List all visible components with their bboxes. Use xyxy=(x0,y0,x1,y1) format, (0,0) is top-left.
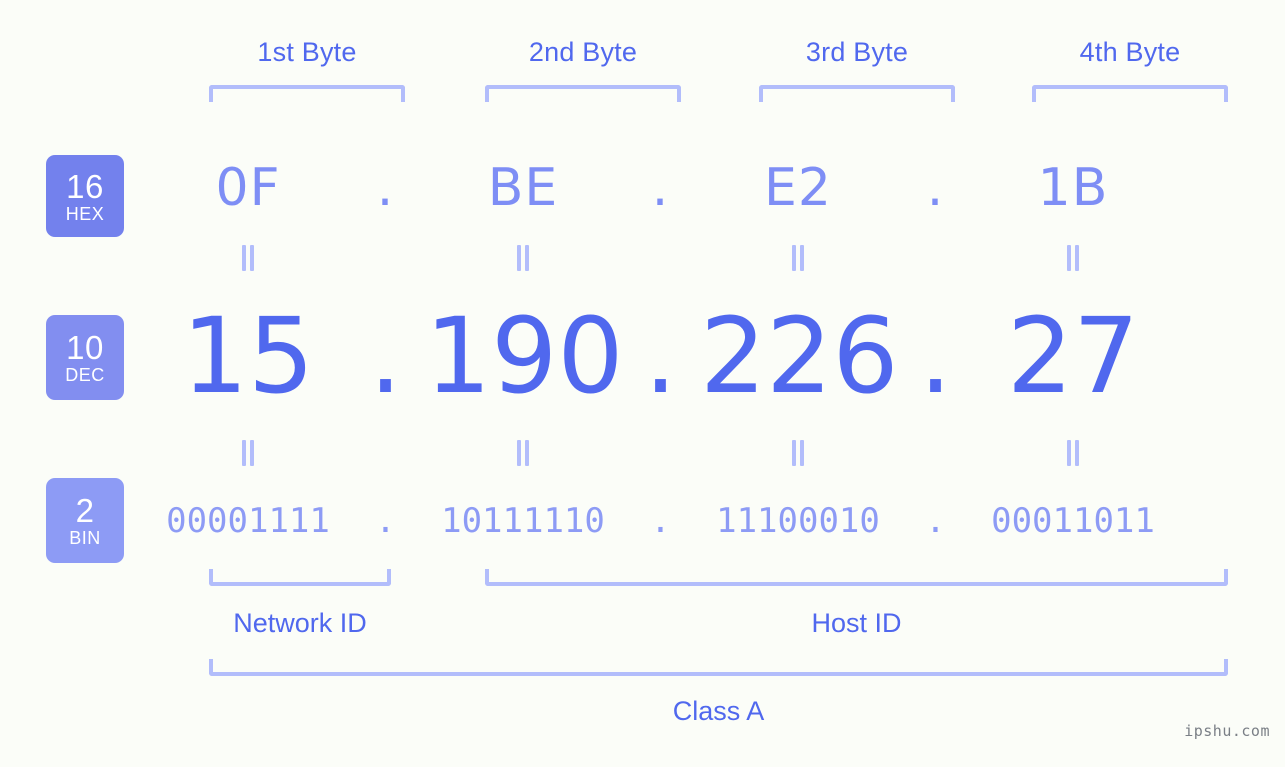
hex-separator-2: . xyxy=(651,158,670,218)
bin-byte-1: 00001111 xyxy=(166,501,330,541)
equals-cell-1 xyxy=(150,245,346,276)
base-badge-dec-label: DEC xyxy=(65,365,105,385)
hex-separator-1: . xyxy=(376,158,395,218)
base-badge-bin: 2 BIN xyxy=(46,478,124,563)
bin-byte-4: 00011011 xyxy=(991,501,1155,541)
base-badge-hex-number: 16 xyxy=(66,167,104,205)
equals-gap xyxy=(896,245,975,276)
hex-byte-1: 0F xyxy=(215,158,281,218)
equals-cell-2 xyxy=(425,440,621,471)
base-badge-bin-number: 2 xyxy=(75,492,95,529)
network-id-label: Network ID xyxy=(233,608,367,638)
hex-byte-4: 1B xyxy=(1037,158,1109,218)
dec-value-row: 15 . 190 . 226 . 27 xyxy=(150,295,1240,417)
equals-icon xyxy=(516,440,530,466)
dec-byte-2: 190 xyxy=(425,295,624,417)
dec-separator-1: . xyxy=(368,295,403,417)
host-id-label: Host ID xyxy=(811,608,902,638)
equals-cell-4 xyxy=(975,440,1171,471)
bin-value-row: 00001111 . 10111110 . 11100010 . 0001101… xyxy=(150,495,1240,547)
equals-icon xyxy=(241,245,255,271)
dec-byte-4: 27 xyxy=(1006,295,1140,417)
dec-separator-3: . xyxy=(918,295,953,417)
equals-row-dec-bin xyxy=(150,440,1240,471)
equals-icon xyxy=(241,440,255,466)
dec-byte-1: 15 xyxy=(181,295,315,417)
byte-header-4: 4th Byte xyxy=(1079,37,1181,67)
bin-separator-3: . xyxy=(925,501,946,541)
equals-icon xyxy=(516,245,530,271)
network-id-bracket-icon xyxy=(209,569,391,586)
base-badge-dec-number: 10 xyxy=(66,329,104,366)
byte-header-3: 3rd Byte xyxy=(805,37,909,67)
class-bracket-icon xyxy=(209,659,1228,676)
base-badge-bin-label: BIN xyxy=(69,528,101,548)
base-badge-dec: 10 DEC xyxy=(46,315,124,400)
hex-byte-3: E2 xyxy=(764,158,832,218)
equals-cell-3 xyxy=(700,440,896,471)
equals-icon xyxy=(1066,440,1080,466)
bin-byte-2: 10111110 xyxy=(441,501,605,541)
host-id-bracket-icon xyxy=(485,569,1228,586)
byte-header-1: 1st Byte xyxy=(257,37,357,67)
equals-icon xyxy=(1066,245,1080,271)
bin-separator-2: . xyxy=(650,501,671,541)
base-badge-hex: 16 HEX xyxy=(46,155,124,237)
watermark: ipshu.com xyxy=(1184,722,1270,740)
byte-bracket-1-icon xyxy=(209,85,405,102)
equals-gap xyxy=(346,440,425,471)
byte-bracket-2-icon xyxy=(485,85,681,102)
equals-gap xyxy=(346,245,425,276)
hex-separator-3: . xyxy=(926,158,945,218)
bin-byte-3: 11100010 xyxy=(716,501,880,541)
dec-separator-2: . xyxy=(643,295,678,417)
equals-cell-2 xyxy=(425,245,621,276)
equals-gap xyxy=(896,440,975,471)
hex-byte-2: BE xyxy=(487,158,559,218)
ip-address-breakdown-diagram: 1st Byte 2nd Byte 3rd Byte 4th Byte 16 H… xyxy=(0,0,1285,767)
byte-header-2: 2nd Byte xyxy=(528,37,638,67)
hex-value-row: 0F . BE . E2 . 1B xyxy=(150,152,1240,224)
class-label: Class A xyxy=(672,696,765,726)
dec-byte-3: 226 xyxy=(700,295,899,417)
base-badge-hex-label: HEX xyxy=(65,203,105,224)
equals-cell-3 xyxy=(700,245,896,276)
equals-gap xyxy=(621,440,700,471)
equals-gap xyxy=(621,245,700,276)
byte-bracket-4-icon xyxy=(1032,85,1228,102)
equals-cell-4 xyxy=(975,245,1171,276)
equals-row-hex-dec xyxy=(150,245,1240,276)
bin-separator-1: . xyxy=(375,501,396,541)
equals-icon xyxy=(791,440,805,466)
equals-cell-1 xyxy=(150,440,346,471)
equals-icon xyxy=(791,245,805,271)
byte-bracket-3-icon xyxy=(759,85,955,102)
